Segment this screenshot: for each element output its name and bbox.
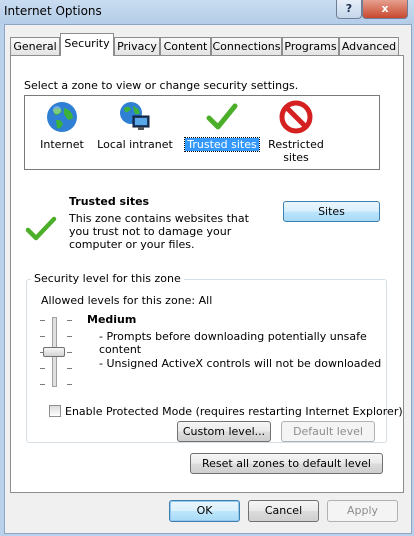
dialog-body: General Security Privacy Content Connect… (4, 24, 412, 534)
zone-trusted-sites[interactable]: Trusted sites (182, 100, 262, 152)
allowed-levels-label: Allowed levels for this zone: All (41, 294, 213, 307)
slider-tick (67, 336, 72, 337)
tab-advanced[interactable]: Advanced (339, 37, 399, 55)
zone-label: Internet (40, 138, 84, 151)
tab-programs[interactable]: Programs (282, 37, 339, 55)
zone-local-intranet[interactable]: Local intranet (95, 100, 175, 151)
tab-connections[interactable]: Connections (211, 37, 282, 55)
intranet-icon (120, 102, 150, 130)
close-icon: x (381, 2, 389, 15)
slider-tick (67, 320, 72, 321)
globe-icon (47, 102, 77, 132)
zone-label: Local intranet (97, 138, 173, 151)
slider-tick (40, 336, 45, 337)
level-bullet: - Unsigned ActiveX controls will not be … (99, 357, 382, 370)
zone-label: Restricted sites (268, 138, 324, 164)
slider-thumb[interactable] (43, 347, 65, 357)
tab-security[interactable]: Security (60, 33, 114, 56)
help-button[interactable]: ? (336, 0, 362, 19)
window-title: Internet Options (4, 4, 102, 18)
apply-button[interactable]: Apply (327, 500, 398, 522)
cancel-button[interactable]: Cancel (248, 500, 319, 522)
protected-mode-checkbox[interactable] (49, 405, 61, 417)
custom-level-button[interactable]: Custom level... (177, 421, 271, 442)
help-icon: ? (345, 2, 353, 15)
group-title: Security level for this zone (31, 272, 184, 285)
protected-mode-label: Enable Protected Mode (requires restarti… (65, 405, 403, 418)
zone-instruction: Select a zone to view or change security… (24, 79, 299, 92)
restricted-icon (279, 100, 313, 134)
sites-button[interactable]: Sites (283, 201, 380, 222)
zone-label: Trusted sites (184, 137, 260, 152)
tab-privacy[interactable]: Privacy (114, 37, 160, 55)
slider-tick (67, 368, 72, 369)
slider-tick (67, 384, 72, 385)
tab-content[interactable]: Content (160, 37, 211, 55)
slider-tick (40, 384, 45, 385)
slider-tick (40, 320, 45, 321)
trusted-checkmark-icon (25, 216, 57, 241)
zone-list: Internet Local intranet Trusted sites Re… (24, 95, 380, 170)
zone-restricted-sites[interactable]: Restricted sites (256, 100, 336, 164)
close-button[interactable]: x (362, 0, 408, 19)
zone-detail-description: This zone contains websites that you tru… (69, 212, 249, 251)
title-bar: Internet Options ? x (0, 0, 414, 24)
checkmark-icon (206, 103, 238, 130)
level-name: Medium (87, 313, 137, 326)
default-level-button[interactable]: Default level (281, 421, 375, 442)
reset-all-zones-button[interactable]: Reset all zones to default level (190, 453, 383, 474)
tab-general[interactable]: General (10, 37, 60, 55)
slider-tick (40, 368, 45, 369)
ok-button[interactable]: OK (169, 500, 240, 522)
security-panel: Select a zone to view or change security… (10, 55, 404, 493)
slider-tick (67, 352, 72, 353)
level-bullet: - Prompts before downloading potentially… (99, 330, 367, 356)
zone-internet[interactable]: Internet (22, 100, 102, 151)
zone-detail-title: Trusted sites (69, 195, 150, 208)
